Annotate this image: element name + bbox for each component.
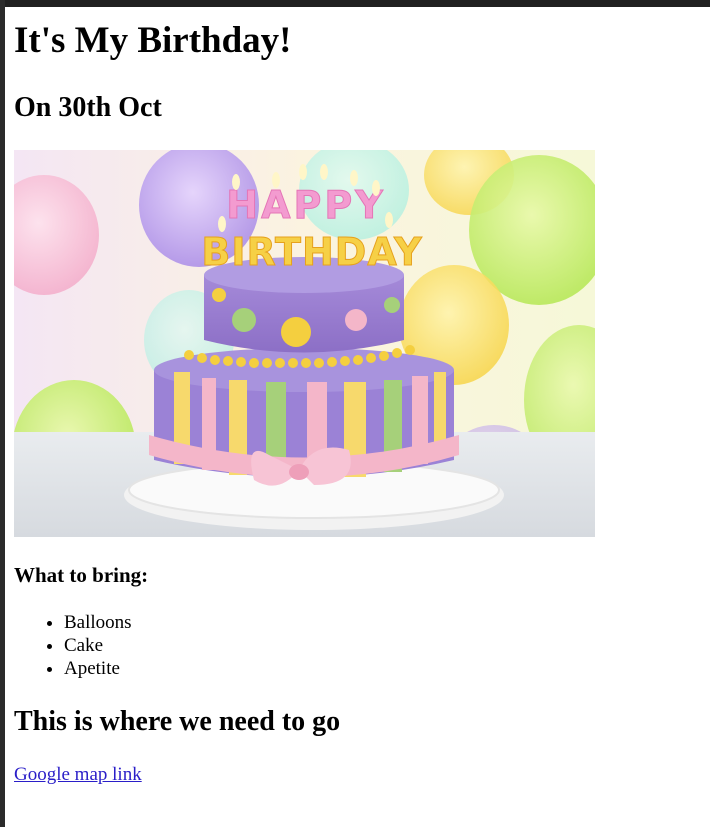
party-date: On 30th Oct: [14, 92, 162, 123]
bring-heading: What to bring:: [14, 563, 149, 587]
bring-list: Balloons Cake Apetite: [14, 611, 132, 680]
list-item: Balloons: [64, 611, 132, 634]
window-left-border: [0, 0, 5, 827]
birthday-cake-image: HAPPY BIRTHDAY: [14, 150, 595, 537]
location-heading: This is where we need to go: [14, 706, 341, 737]
list-item: Apetite: [64, 657, 132, 680]
cake-illustration: HAPPY BIRTHDAY: [14, 150, 595, 537]
window-top-border: [0, 0, 710, 7]
page-title: It's My Birthday!: [14, 20, 292, 61]
svg-text:BIRTHDAY: BIRTHDAY: [201, 230, 422, 274]
svg-text:HAPPY: HAPPY: [226, 183, 385, 227]
google-map-link[interactable]: Google map link: [14, 763, 142, 787]
list-item: Cake: [64, 634, 132, 657]
